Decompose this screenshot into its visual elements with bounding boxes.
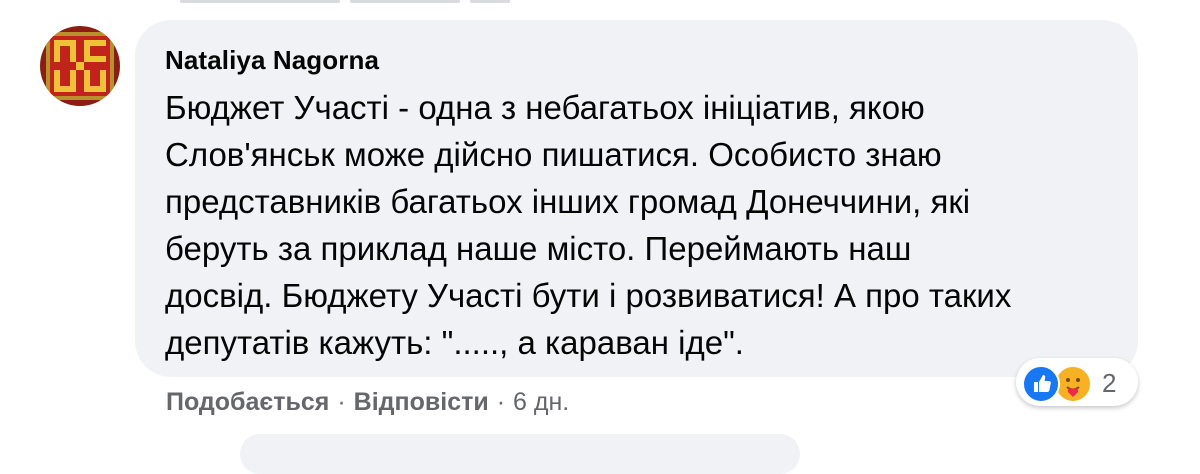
comment-text: Бюджет Участі - одна з небагатьох ініціа… [165,84,1115,366]
comment-timestamp[interactable]: 6 дн. [513,388,569,417]
comment-author[interactable]: Nataliya Nagorna [165,42,379,78]
avatar[interactable] [40,26,120,106]
separator-dot: · [496,388,506,416]
separator-dot: · [337,388,346,416]
like-link[interactable]: Подобається [166,388,329,417]
comment-text-line: депутатів кажуть: "....., а караван іде"… [165,324,744,361]
comment-text-line: досвід. Бюджету Участі бути і розвиватис… [165,277,1012,314]
comment-actions: Подобається · Відповісти · 6 дн. [166,388,569,417]
comment-text-line: беруть за приклад наше місто. Переймають… [165,230,912,267]
comment-text-line: Бюджет Участі - одна з небагатьох ініціа… [165,89,925,126]
next-comment-bubble-cut [240,434,800,474]
like-icon [1022,365,1060,403]
embroidered-pattern-avatar-icon [40,26,120,106]
reply-link[interactable]: Відповісти [354,388,489,417]
comment-text-line: Слов'янськ може дійсно пишатися. Особист… [165,136,942,173]
comment-text-line: представників багатьох інших громад Доне… [165,183,971,220]
previous-comment-actions-cut [180,0,620,8]
reactions-summary[interactable]: 2 [1016,358,1138,406]
comment-bubble: Nataliya Nagorna Бюджет Участі - одна з … [135,20,1138,377]
reactions-count: 2 [1102,368,1117,398]
